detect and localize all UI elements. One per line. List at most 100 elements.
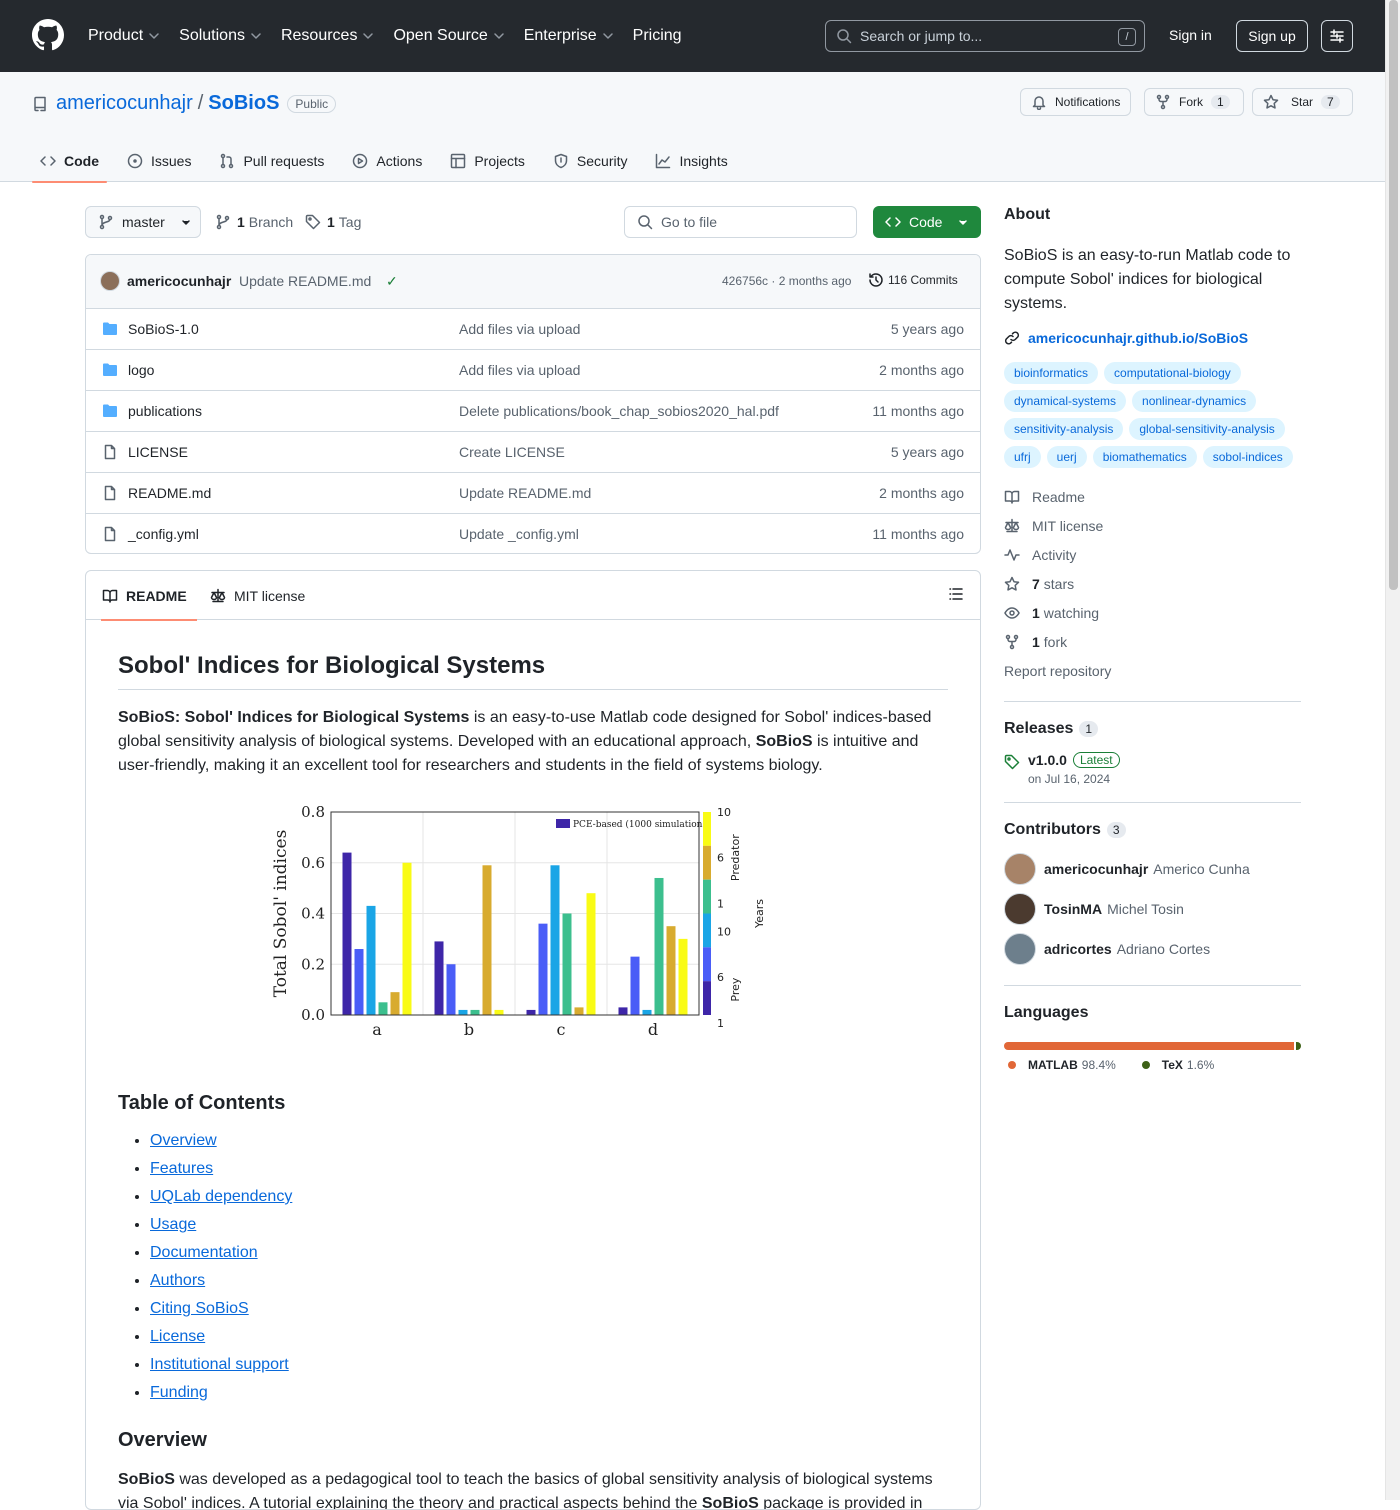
file-commit-message[interactable]: Delete publications/book_chap_sobios2020… [459, 403, 779, 419]
avatar[interactable] [1004, 933, 1036, 965]
contributor[interactable]: adricortes Adriano Cortes [1004, 929, 1301, 969]
toc-link[interactable]: Overview [150, 1132, 217, 1149]
language-item[interactable]: MATLAB 98.4% [1004, 1058, 1116, 1072]
check-icon[interactable]: ✓ [386, 273, 398, 290]
file-row[interactable]: logo Add files via upload 2 months ago [86, 350, 980, 391]
branch-select[interactable]: master [85, 206, 201, 238]
nav-product[interactable]: Product [88, 25, 160, 47]
license-link[interactable]: MIT license [1004, 511, 1301, 540]
topic-tag[interactable]: uerj [1046, 446, 1087, 468]
file-row[interactable]: SoBioS-1.0 Add files via upload 5 years ag… [86, 309, 980, 350]
file-commit-message[interactable]: Update _config.yml [459, 526, 579, 542]
toc-link[interactable]: UQLab dependency [150, 1188, 292, 1205]
file-row[interactable]: publications Delete publications/book_cha… [86, 391, 980, 432]
code-dropdown-button[interactable]: Code [873, 206, 981, 238]
toc-link[interactable]: Citing SoBioS [150, 1300, 249, 1317]
sign-up-button[interactable]: Sign up [1236, 20, 1308, 52]
commit-author[interactable]: americocunhajr [127, 273, 231, 289]
file-name[interactable]: SoBioS-1.0 [128, 321, 199, 337]
commits-link[interactable]: 116 Commits [868, 272, 958, 288]
topic-tag[interactable]: global-sensitivity-analysis [1129, 418, 1285, 440]
list-icon[interactable] [948, 586, 964, 602]
forks-link[interactable]: 1 fork [1004, 627, 1301, 656]
toc-link[interactable]: Features [150, 1160, 213, 1177]
github-logo-icon[interactable] [32, 19, 64, 51]
contributors-heading[interactable]: Contributors 3 [1004, 821, 1301, 839]
tab-license[interactable]: MIT license [210, 571, 305, 620]
releases-heading[interactable]: Releases 1 [1004, 720, 1301, 738]
toc-link[interactable]: Institutional support [150, 1356, 289, 1373]
activity-link[interactable]: Activity [1004, 540, 1301, 569]
notifications-label: Notifications [1055, 95, 1121, 109]
star-button[interactable]: Star 7 [1252, 88, 1353, 116]
website-link[interactable]: americocunhajr.github.io/SoBioS [1004, 330, 1301, 346]
avatar[interactable] [100, 271, 120, 291]
repo-name-link[interactable]: SoBioS [208, 92, 279, 115]
readme-label: Readme [1032, 488, 1085, 505]
commit-message[interactable]: Update README.md [239, 273, 371, 289]
tab-insights[interactable]: Insights [647, 142, 735, 180]
watching-link[interactable]: 1 watching [1004, 598, 1301, 627]
toc-link[interactable]: Funding [150, 1384, 208, 1401]
language-item[interactable]: TeX 1.6% [1138, 1058, 1214, 1072]
topic-tag[interactable]: biomathematics [1092, 446, 1197, 468]
tab-readme[interactable]: README [101, 571, 197, 621]
file-commit-message[interactable]: Create LICENSE [459, 444, 565, 460]
tags-link[interactable]: 1 Tag [305, 214, 361, 230]
file-name[interactable]: publications [128, 403, 202, 419]
tab-security[interactable]: Security [545, 142, 636, 180]
nav-resources[interactable]: Resources [281, 25, 374, 47]
repo-owner-link[interactable]: americocunhajr [56, 92, 193, 115]
nav-open-source[interactable]: Open Source [393, 25, 504, 47]
file-row[interactable]: README.md Update README.md 2 months ago [86, 473, 980, 514]
page-scrollbar[interactable] [1385, 0, 1400, 1500]
toc-link[interactable]: Usage [150, 1216, 196, 1233]
readme-link[interactable]: Readme [1004, 482, 1301, 511]
sign-in-link[interactable]: Sign in [1169, 27, 1212, 43]
contributor[interactable]: americocunhajr Americo Cunha [1004, 849, 1301, 889]
nav-pricing[interactable]: Pricing [633, 25, 682, 47]
toc-link[interactable]: Authors [150, 1272, 205, 1289]
file-name[interactable]: _config.yml [128, 526, 199, 542]
file-commit-message[interactable]: Add files via upload [459, 362, 580, 378]
file-row[interactable]: _config.yml Update _config.yml 11 months a… [86, 514, 980, 553]
nav-solutions[interactable]: Solutions [179, 25, 262, 47]
topic-tag[interactable]: dynamical-systems [1004, 390, 1127, 412]
scrollbar-thumb[interactable] [1389, 0, 1398, 590]
toc-link[interactable]: License [150, 1328, 205, 1345]
fork-button[interactable]: Fork 1 [1144, 88, 1244, 116]
file-name[interactable]: README.md [128, 485, 211, 501]
file-name[interactable]: LICENSE [128, 444, 188, 460]
file-commit-message[interactable]: Add files via upload [459, 321, 580, 337]
avatar[interactable] [1004, 853, 1036, 885]
go-to-file-input[interactable]: Go to file [624, 206, 857, 238]
nav-enterprise[interactable]: Enterprise [524, 25, 614, 47]
topics-list: bioinformatics computational-biology dynam… [1004, 362, 1301, 468]
topic-tag[interactable]: nonlinear-dynamics [1132, 390, 1257, 412]
file-row[interactable]: LICENSE Create LICENSE 5 years ago [86, 432, 980, 473]
branches-link[interactable]: 1 Branch [215, 214, 293, 230]
file-commit-message[interactable]: Update README.md [459, 485, 591, 501]
tab-issues[interactable]: Issues [119, 142, 199, 180]
search-input[interactable]: Search or jump to... / [825, 20, 1145, 52]
latest-release[interactable]: v1.0.0 Latest on Jul 16, 2024 [1004, 752, 1301, 786]
report-repository-link[interactable]: Report repository [1004, 656, 1301, 685]
toc-link[interactable]: Documentation [150, 1244, 258, 1261]
topic-tag[interactable]: sensitivity-analysis [1004, 418, 1124, 440]
repo-sidebar: About SoBioS is an easy-to-run Matlab co… [1004, 206, 1301, 1074]
file-name[interactable]: logo [128, 362, 154, 378]
stars-link[interactable]: 7 stars [1004, 569, 1301, 598]
tab-pull-requests[interactable]: Pull requests [211, 142, 332, 180]
settings-menu-button[interactable] [1321, 20, 1353, 52]
avatar[interactable] [1004, 893, 1036, 925]
topic-tag[interactable]: ufrj [1004, 446, 1041, 468]
topic-tag[interactable]: sobol-indices [1202, 446, 1293, 468]
notifications-button[interactable]: Notifications [1020, 88, 1132, 116]
contributor[interactable]: TosinMA Michel Tosin [1004, 889, 1301, 929]
commit-sha-time[interactable]: 426756c · 2 months ago [722, 274, 851, 288]
topic-tag[interactable]: bioinformatics [1004, 362, 1099, 384]
tab-code[interactable]: Code [32, 142, 107, 183]
tab-actions[interactable]: Actions [344, 142, 430, 180]
topic-tag[interactable]: computational-biology [1104, 362, 1241, 384]
tab-projects[interactable]: Projects [442, 142, 533, 180]
